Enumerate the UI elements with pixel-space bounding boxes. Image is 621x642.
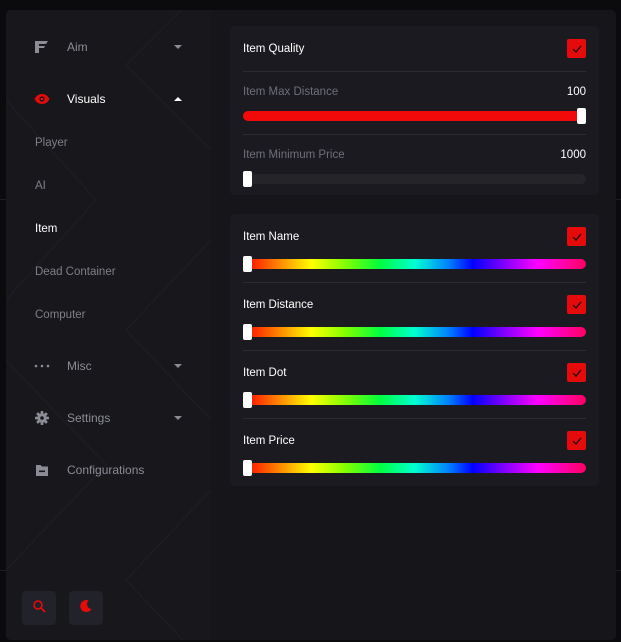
app-window: Aim Visuals Player AI Item Dead Containe… bbox=[6, 10, 616, 640]
slider-fill bbox=[243, 111, 586, 121]
gear-icon bbox=[34, 410, 50, 426]
item-name-color-slider[interactable] bbox=[243, 256, 586, 272]
item-minimum-price-label: Item Minimum Price bbox=[243, 149, 345, 161]
item-distance-label: Item Distance bbox=[243, 299, 314, 311]
item-dot-label: Item Dot bbox=[243, 367, 287, 379]
slider-thumb[interactable] bbox=[243, 324, 252, 340]
chevron-up-icon bbox=[174, 97, 182, 101]
check-icon bbox=[572, 296, 582, 314]
nav-item-visuals[interactable]: Visuals bbox=[6, 81, 211, 117]
item-dot-checkbox[interactable] bbox=[567, 363, 586, 382]
theme-toggle-button[interactable] bbox=[69, 591, 103, 625]
slider-thumb[interactable] bbox=[243, 171, 252, 187]
item-max-distance-label: Item Max Distance bbox=[243, 86, 339, 98]
slider-thumb[interactable] bbox=[243, 256, 252, 272]
sub-item-computer[interactable]: Computer bbox=[35, 309, 86, 321]
item-distance-checkbox[interactable] bbox=[567, 295, 586, 314]
sub-item-player[interactable]: Player bbox=[35, 137, 68, 149]
chevron-down-icon bbox=[174, 416, 182, 420]
slider-thumb[interactable] bbox=[577, 108, 586, 124]
nav-item-aim-label: Aim bbox=[67, 40, 88, 54]
chevron-down-icon bbox=[174, 45, 182, 49]
check-icon bbox=[572, 40, 582, 58]
item-price-color-slider[interactable] bbox=[243, 460, 586, 476]
item-display-panel: Item Name Item Distance Item Dot Item Pr… bbox=[230, 214, 599, 486]
separator bbox=[243, 134, 586, 135]
nav-item-settings[interactable]: Settings bbox=[6, 400, 211, 436]
folder-icon bbox=[34, 462, 50, 478]
moon-icon bbox=[79, 599, 93, 618]
nav-item-misc-label: Misc bbox=[67, 359, 92, 373]
nav-item-settings-label: Settings bbox=[67, 411, 111, 425]
item-price-checkbox[interactable] bbox=[567, 431, 586, 450]
separator bbox=[243, 350, 586, 351]
item-minimum-price-value: 1000 bbox=[560, 149, 586, 161]
search-icon bbox=[32, 599, 46, 618]
chevron-down-icon bbox=[174, 364, 182, 368]
aim-icon bbox=[34, 39, 50, 55]
nav-item-aim[interactable]: Aim bbox=[6, 29, 211, 65]
nav-item-visuals-label: Visuals bbox=[67, 92, 106, 106]
nav-item-misc[interactable]: Misc bbox=[6, 348, 211, 384]
nav-item-configurations[interactable]: Configurations bbox=[6, 452, 211, 488]
sub-item-item[interactable]: Item bbox=[35, 223, 57, 235]
item-name-checkbox[interactable] bbox=[567, 227, 586, 246]
item-minimum-price-slider[interactable] bbox=[243, 171, 586, 187]
check-icon bbox=[572, 364, 582, 382]
nav-item-configurations-label: Configurations bbox=[67, 463, 145, 477]
slider-thumb[interactable] bbox=[243, 460, 252, 476]
search-button[interactable] bbox=[22, 591, 56, 625]
item-price-label: Item Price bbox=[243, 435, 295, 447]
sub-item-ai[interactable]: AI bbox=[35, 180, 46, 192]
separator bbox=[243, 418, 586, 419]
eye-icon bbox=[34, 91, 50, 107]
separator bbox=[243, 71, 586, 72]
item-quality-label: Item Quality bbox=[243, 43, 305, 55]
sidebar: Aim Visuals Player AI Item Dead Containe… bbox=[6, 10, 211, 640]
item-quality-checkbox[interactable] bbox=[567, 39, 586, 58]
item-name-label: Item Name bbox=[243, 231, 300, 243]
separator bbox=[243, 282, 586, 283]
item-distance-color-slider[interactable] bbox=[243, 324, 586, 340]
check-icon bbox=[572, 432, 582, 450]
item-max-distance-value: 100 bbox=[566, 86, 586, 98]
sub-item-dead-container[interactable]: Dead Container bbox=[35, 266, 116, 278]
item-max-distance-slider[interactable] bbox=[243, 108, 586, 124]
item-filter-panel: Item Quality Item Max Distance 100 Item … bbox=[230, 26, 599, 195]
dots-icon bbox=[34, 358, 50, 374]
check-icon bbox=[572, 228, 582, 246]
slider-thumb[interactable] bbox=[243, 392, 252, 408]
item-dot-color-slider[interactable] bbox=[243, 392, 586, 408]
